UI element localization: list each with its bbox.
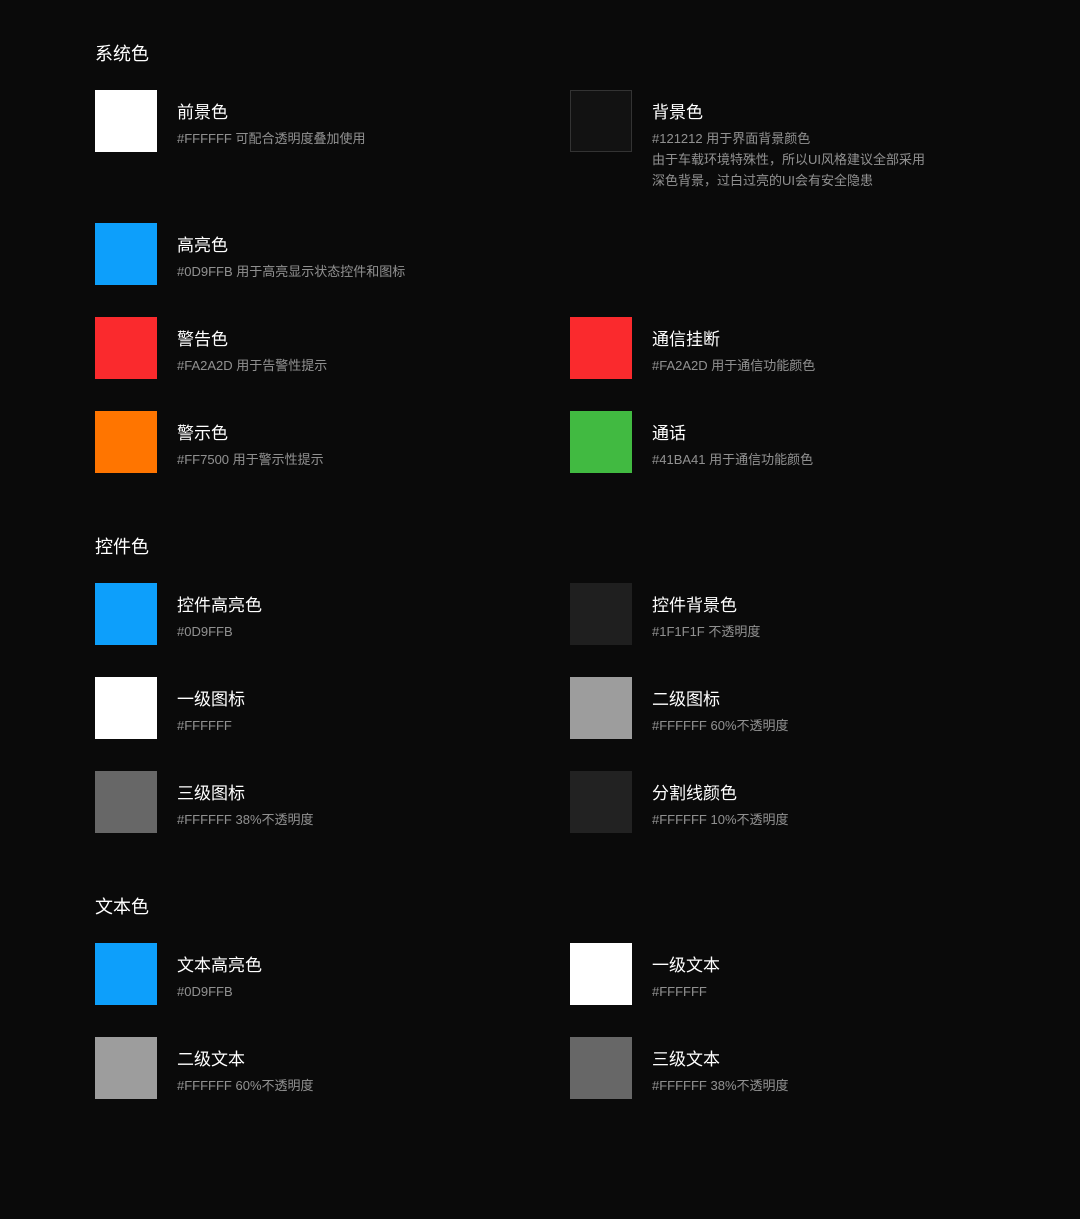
color-grid: 文本高亮色 #0D9FFB 一级文本 #FFFFFF 二级文本 #FFFFFF 60%不透… (95, 943, 985, 1099)
color-description: #FFFFFF (177, 716, 245, 737)
color-text-block: 通话 #41BA41 用于通信功能颜色 (652, 411, 813, 471)
color-swatch (570, 317, 632, 379)
color-item: 警示色 #FF7500 用于警示性提示 (95, 411, 510, 473)
color-text-block: 二级图标 #FFFFFF 60%不透明度 (652, 677, 789, 737)
empty-cell (570, 223, 985, 285)
color-label: 二级文本 (177, 1045, 314, 1070)
color-text-block: 二级文本 #FFFFFF 60%不透明度 (177, 1037, 314, 1097)
color-text-block: 分割线颜色 #FFFFFF 10%不透明度 (652, 771, 789, 831)
color-text-block: 三级图标 #FFFFFF 38%不透明度 (177, 771, 314, 831)
color-description: #1F1F1F 不透明度 (652, 622, 760, 643)
color-swatch (95, 583, 157, 645)
color-swatch (95, 90, 157, 152)
color-swatch (95, 411, 157, 473)
color-item: 分割线颜色 #FFFFFF 10%不透明度 (570, 771, 985, 833)
color-item: 前景色 #FFFFFF 可配合透明度叠加使用 (95, 90, 510, 191)
color-label: 通话 (652, 419, 813, 444)
color-item: 控件高亮色 #0D9FFB (95, 583, 510, 645)
color-label: 警告色 (177, 325, 327, 350)
color-swatch (95, 943, 157, 1005)
color-text-block: 文本高亮色 #0D9FFB (177, 943, 262, 1003)
color-swatch (95, 677, 157, 739)
color-description: #121212 用于界面背景颜色由于车载环境特殊性，所以UI风格建议全部采用深色… (652, 129, 932, 191)
color-grid: 前景色 #FFFFFF 可配合透明度叠加使用 背景色 #121212 用于界面背景颜色… (95, 90, 985, 473)
color-description: #0D9FFB 用于高亮显示状态控件和图标 (177, 262, 405, 283)
color-swatch (570, 583, 632, 645)
color-label: 三级图标 (177, 779, 314, 804)
color-description: #FF7500 用于警示性提示 (177, 450, 324, 471)
color-description: #FFFFFF 60%不透明度 (177, 1076, 314, 1097)
color-item: 通信挂断 #FA2A2D 用于通信功能颜色 (570, 317, 985, 379)
color-description: #0D9FFB (177, 622, 262, 643)
color-description: #FA2A2D 用于通信功能颜色 (652, 356, 815, 377)
color-label: 三级文本 (652, 1045, 789, 1070)
color-text-block: 控件背景色 #1F1F1F 不透明度 (652, 583, 760, 643)
color-text-block: 一级文本 #FFFFFF (652, 943, 720, 1003)
section: 系统色前景色 #FFFFFF 可配合透明度叠加使用 背景色 #121212 用于界面背… (95, 40, 985, 473)
color-text-block: 一级图标 #FFFFFF (177, 677, 245, 737)
color-text-block: 三级文本 #FFFFFF 38%不透明度 (652, 1037, 789, 1097)
color-swatch (570, 677, 632, 739)
color-description: #FA2A2D 用于告警性提示 (177, 356, 327, 377)
color-description: #FFFFFF 可配合透明度叠加使用 (177, 129, 366, 150)
color-swatch (570, 411, 632, 473)
color-swatch (570, 1037, 632, 1099)
color-item: 警告色 #FA2A2D 用于告警性提示 (95, 317, 510, 379)
color-swatch (570, 771, 632, 833)
color-item: 高亮色 #0D9FFB 用于高亮显示状态控件和图标 (95, 223, 510, 285)
color-label: 背景色 (652, 98, 932, 123)
color-description: #41BA41 用于通信功能颜色 (652, 450, 813, 471)
color-text-block: 警告色 #FA2A2D 用于告警性提示 (177, 317, 327, 377)
color-item: 二级图标 #FFFFFF 60%不透明度 (570, 677, 985, 739)
color-swatch (95, 317, 157, 379)
section-title: 系统色 (95, 40, 985, 66)
color-label: 一级图标 (177, 685, 245, 710)
color-grid: 控件高亮色 #0D9FFB 控件背景色 #1F1F1F 不透明度一级图标 #FFFFFF… (95, 583, 985, 833)
color-description: #FFFFFF 60%不透明度 (652, 716, 789, 737)
color-item: 二级文本 #FFFFFF 60%不透明度 (95, 1037, 510, 1099)
color-item: 三级图标 #FFFFFF 38%不透明度 (95, 771, 510, 833)
color-label: 通信挂断 (652, 325, 815, 350)
color-text-block: 控件高亮色 #0D9FFB (177, 583, 262, 643)
section: 文本色文本高亮色 #0D9FFB 一级文本 #FFFFFF 二级文本 #FFFFFF 60… (95, 893, 985, 1099)
color-item: 背景色 #121212 用于界面背景颜色由于车载环境特殊性，所以UI风格建议全部采… (570, 90, 985, 191)
color-label: 分割线颜色 (652, 779, 789, 804)
color-item: 一级图标 #FFFFFF (95, 677, 510, 739)
color-description: #FFFFFF 38%不透明度 (652, 1076, 789, 1097)
color-swatch (570, 943, 632, 1005)
color-swatch (95, 223, 157, 285)
color-item: 三级文本 #FFFFFF 38%不透明度 (570, 1037, 985, 1099)
section: 控件色控件高亮色 #0D9FFB 控件背景色 #1F1F1F 不透明度一级图标 #FFF… (95, 533, 985, 833)
section-title: 文本色 (95, 893, 985, 919)
color-text-block: 前景色 #FFFFFF 可配合透明度叠加使用 (177, 90, 366, 150)
color-label: 控件高亮色 (177, 591, 262, 616)
color-description: #FFFFFF (652, 982, 720, 1003)
color-label: 前景色 (177, 98, 366, 123)
color-label: 高亮色 (177, 231, 405, 256)
color-text-block: 通信挂断 #FA2A2D 用于通信功能颜色 (652, 317, 815, 377)
color-palette-document: 系统色前景色 #FFFFFF 可配合透明度叠加使用 背景色 #121212 用于界面背… (95, 40, 985, 1099)
color-label: 控件背景色 (652, 591, 760, 616)
color-item: 控件背景色 #1F1F1F 不透明度 (570, 583, 985, 645)
color-swatch (95, 1037, 157, 1099)
color-label: 一级文本 (652, 951, 720, 976)
color-label: 警示色 (177, 419, 324, 444)
color-description: #FFFFFF 38%不透明度 (177, 810, 314, 831)
color-label: 文本高亮色 (177, 951, 262, 976)
color-item: 文本高亮色 #0D9FFB (95, 943, 510, 1005)
color-swatch (570, 90, 632, 152)
color-description: #FFFFFF 10%不透明度 (652, 810, 789, 831)
color-description: #0D9FFB (177, 982, 262, 1003)
color-item: 通话 #41BA41 用于通信功能颜色 (570, 411, 985, 473)
color-text-block: 警示色 #FF7500 用于警示性提示 (177, 411, 324, 471)
color-label: 二级图标 (652, 685, 789, 710)
color-swatch (95, 771, 157, 833)
color-text-block: 背景色 #121212 用于界面背景颜色由于车载环境特殊性，所以UI风格建议全部采… (652, 90, 932, 191)
section-title: 控件色 (95, 533, 985, 559)
color-item: 一级文本 #FFFFFF (570, 943, 985, 1005)
color-text-block: 高亮色 #0D9FFB 用于高亮显示状态控件和图标 (177, 223, 405, 283)
